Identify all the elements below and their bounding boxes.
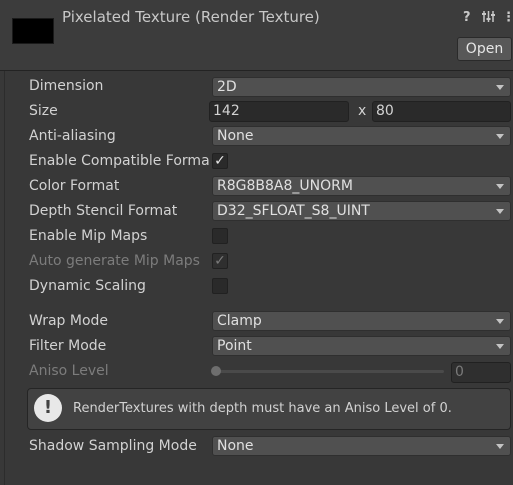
enable-compatible-format-label: Enable Compatible Format: [29, 153, 210, 169]
auto-generate-mip-maps-label: Auto generate Mip Maps: [29, 253, 200, 269]
warning-message: RenderTextures with depth must have an A…: [73, 401, 452, 416]
texture-preview-thumbnail: [12, 18, 54, 44]
panel-left-border: [4, 71, 5, 485]
warning-icon: !: [34, 394, 62, 422]
asset-title: Pixelated Texture (Render Texture): [62, 8, 320, 26]
enable-mip-maps-label: Enable Mip Maps: [29, 228, 148, 244]
shadow-sampling-mode-dropdown[interactable]: None: [212, 436, 511, 456]
color-format-dropdown[interactable]: R8G8B8A8_UNORM: [212, 176, 511, 196]
size-width-field[interactable]: 142: [209, 101, 349, 122]
chevron-down-icon: [496, 134, 504, 139]
chevron-down-icon: [496, 344, 504, 349]
enable-compatible-format-checkbox[interactable]: ✓: [212, 153, 228, 169]
dynamic-scaling-label: Dynamic Scaling: [29, 278, 146, 294]
filter-mode-value: Point: [217, 338, 252, 354]
color-format-label: Color Format: [29, 178, 120, 194]
dimension-label: Dimension: [29, 78, 104, 94]
chevron-down-icon: [496, 444, 504, 449]
chevron-down-icon: [496, 319, 504, 324]
filter-mode-dropdown[interactable]: Point: [212, 336, 511, 356]
wrap-mode-label: Wrap Mode: [29, 313, 109, 329]
anti-aliasing-value: None: [217, 128, 254, 144]
dynamic-scaling-checkbox[interactable]: [212, 278, 228, 294]
aniso-level-field: 0: [451, 362, 511, 383]
auto-generate-mip-maps-checkbox: ✓: [212, 253, 228, 269]
header-divider: [0, 70, 513, 71]
wrap-mode-dropdown[interactable]: Clamp: [212, 311, 511, 331]
aniso-level-label: Aniso Level: [29, 363, 109, 379]
size-x-separator: x: [358, 103, 367, 119]
anti-aliasing-dropdown[interactable]: None: [212, 126, 511, 146]
open-button[interactable]: Open: [457, 37, 512, 61]
shadow-sampling-mode-label: Shadow Sampling Mode: [29, 438, 197, 454]
color-format-value: R8G8B8A8_UNORM: [217, 178, 353, 194]
aniso-level-slider-thumb: [211, 366, 221, 376]
checkmark-icon: ✓: [214, 253, 226, 269]
depth-stencil-format-value: D32_SFLOAT_S8_UINT: [217, 203, 370, 219]
help-icon[interactable]: ?: [463, 10, 471, 25]
wrap-mode-value: Clamp: [217, 313, 262, 329]
anti-aliasing-label: Anti-aliasing: [29, 128, 116, 144]
chevron-down-icon: [496, 184, 504, 189]
depth-stencil-format-dropdown[interactable]: D32_SFLOAT_S8_UINT: [212, 201, 511, 221]
chevron-down-icon: [496, 209, 504, 214]
enable-mip-maps-checkbox[interactable]: [212, 228, 228, 244]
chevron-down-icon: [496, 85, 504, 90]
settings-sliders-icon[interactable]: [482, 10, 495, 27]
dimension-dropdown[interactable]: 2D: [212, 77, 511, 97]
more-options-icon[interactable]: ⋮: [502, 10, 513, 25]
checkmark-icon: ✓: [214, 153, 226, 169]
shadow-sampling-mode-value: None: [217, 438, 254, 454]
aniso-level-slider-track: [216, 370, 444, 373]
depth-stencil-format-label: Depth Stencil Format: [29, 203, 178, 219]
filter-mode-label: Filter Mode: [29, 338, 107, 354]
warning-help-box: ! RenderTextures with depth must have an…: [27, 388, 511, 430]
size-height-field[interactable]: 80: [372, 101, 511, 122]
dimension-value: 2D: [217, 79, 237, 95]
size-label: Size: [29, 103, 58, 119]
